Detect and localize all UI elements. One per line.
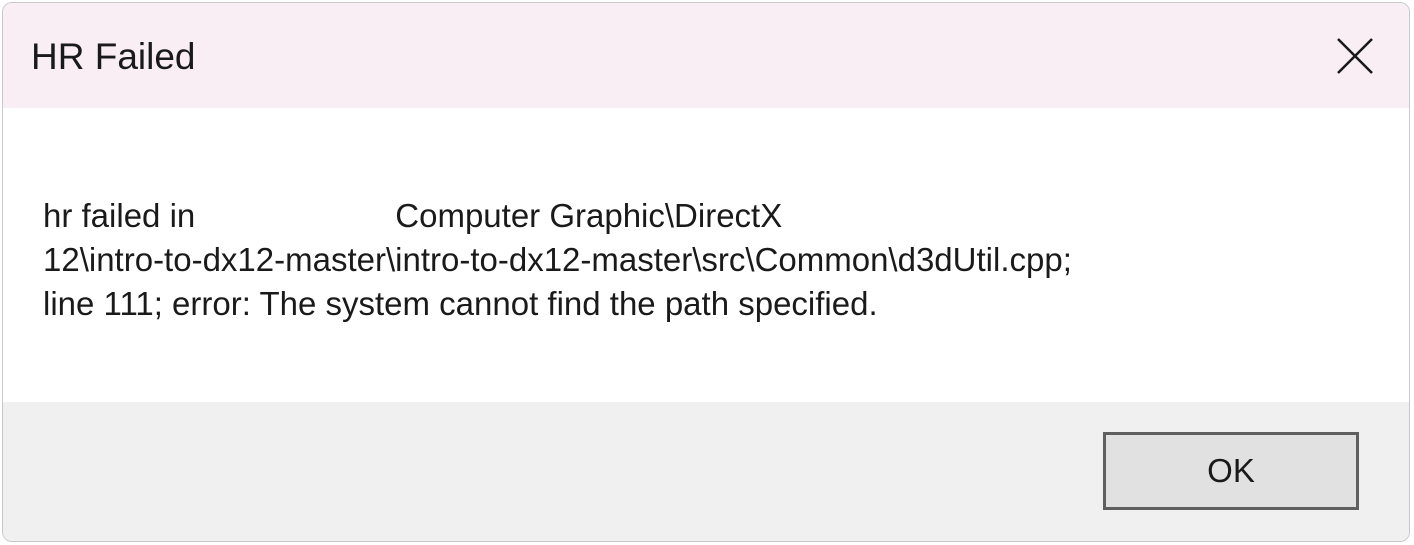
button-bar: OK bbox=[3, 402, 1409, 541]
error-message: hr failed in Computer Graphic\DirectX 12\… bbox=[43, 194, 1363, 326]
message-line-2: 12\intro-to-dx12-master\intro-to-dx12-ma… bbox=[43, 241, 1072, 278]
close-icon bbox=[1337, 38, 1373, 74]
close-button[interactable] bbox=[1289, 3, 1409, 108]
message-prefix: hr failed in bbox=[43, 197, 196, 234]
message-path-start: Computer Graphic\DirectX bbox=[395, 197, 783, 234]
title-bar[interactable]: HR Failed bbox=[3, 3, 1409, 108]
message-dialog: HR Failed hr failed in Computer Graphic\D… bbox=[2, 2, 1410, 542]
dialog-content: hr failed in Computer Graphic\DirectX 12\… bbox=[3, 108, 1409, 402]
dialog-title: HR Failed bbox=[31, 36, 196, 77]
message-line-1: hr failed in Computer Graphic\DirectX bbox=[43, 194, 1363, 238]
message-line-3: line 111; error: The system cannot find … bbox=[43, 285, 878, 322]
ok-button[interactable]: OK bbox=[1103, 432, 1359, 510]
